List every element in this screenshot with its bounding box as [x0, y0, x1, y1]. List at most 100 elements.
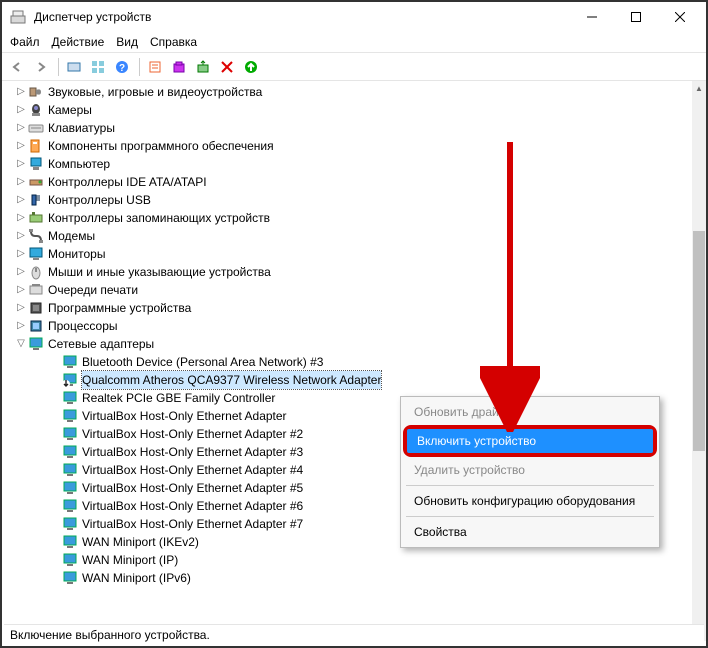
menu-file[interactable]: Файл: [10, 35, 40, 49]
cm-remove-device[interactable]: Удалить устройство: [404, 458, 656, 482]
help-button[interactable]: ?: [111, 56, 133, 78]
network-adapter-icon: [62, 354, 78, 370]
category-icon: [28, 264, 44, 280]
menu-view[interactable]: Вид: [116, 35, 138, 49]
network-adapter-icon: [62, 534, 78, 550]
tree-device[interactable]: Bluetooth Device (Personal Area Network)…: [6, 353, 692, 371]
category-icon: [28, 102, 44, 118]
category-label: Компьютер: [48, 155, 110, 173]
category-icon: [28, 228, 44, 244]
device-label: Realtek PCIe GBE Family Controller: [82, 389, 275, 407]
expand-icon[interactable]: ▷: [14, 83, 28, 101]
menu-help[interactable]: Справка: [150, 35, 197, 49]
expand-icon[interactable]: ▷: [14, 173, 28, 191]
category-label: Сетевые адаптеры: [48, 335, 154, 353]
cm-properties[interactable]: Свойства: [404, 520, 656, 544]
tree-category[interactable]: ▷ Компьютер: [6, 155, 692, 173]
expand-icon[interactable]: ▷: [14, 101, 28, 119]
tree-device[interactable]: WAN Miniport (IPv6): [6, 569, 692, 587]
enable-button[interactable]: [240, 56, 262, 78]
expand-icon[interactable]: ▷: [14, 245, 28, 263]
tree-category[interactable]: ▷ Клавиатуры: [6, 119, 692, 137]
scroll-up-icon[interactable]: ▲: [692, 81, 706, 95]
uninstall-button[interactable]: [216, 56, 238, 78]
expand-icon[interactable]: ▷: [14, 155, 28, 173]
tree-category[interactable]: ▷Модемы: [6, 227, 692, 245]
minimize-button[interactable]: [570, 2, 614, 32]
menu-action[interactable]: Действие: [52, 35, 105, 49]
cm-refresh-config[interactable]: Обновить конфигурацию оборудования: [404, 489, 656, 513]
category-icon: [28, 120, 44, 136]
tree-device[interactable]: WAN Miniport (IP): [6, 551, 692, 569]
category-icon: [28, 156, 44, 172]
expand-icon[interactable]: ▷: [14, 227, 28, 245]
category-icon: [28, 246, 44, 262]
category-label: Камеры: [48, 101, 92, 119]
tree-viewport: ▷Звуковые, игровые и видеоустройства▷Кам…: [2, 81, 706, 641]
device-label: WAN Miniport (IKEv2): [82, 533, 199, 551]
cm-update-driver[interactable]: Обновить драйвер: [404, 400, 656, 424]
tree-category[interactable]: ▷ Контроллеры USB: [6, 191, 692, 209]
expand-icon[interactable]: ▷: [14, 263, 28, 281]
cm-enable-device[interactable]: Включить устройство: [407, 429, 653, 453]
device-label: VirtualBox Host-Only Ethernet Adapter #7: [82, 515, 303, 533]
app-icon: [10, 9, 26, 25]
category-icon: [28, 282, 44, 298]
scrollbar-thumb[interactable]: [693, 231, 705, 451]
expand-icon[interactable]: ▷: [14, 209, 28, 227]
category-label: Контроллеры IDE ATA/ATAPI: [48, 173, 207, 191]
category-icon: [28, 210, 44, 226]
statusbar: Включение выбранного устройства.: [4, 624, 704, 644]
toolbar: ?: [2, 53, 706, 81]
category-label: Мыши и иные указывающие устройства: [48, 263, 271, 281]
collapse-icon[interactable]: ▽: [14, 335, 28, 353]
show-hidden-button[interactable]: [63, 56, 85, 78]
vertical-scrollbar[interactable]: ▲ ▼: [692, 81, 706, 641]
device-label: VirtualBox Host-Only Ethernet Adapter: [82, 407, 287, 425]
tree-category[interactable]: ▷ Камеры: [6, 101, 692, 119]
tree-category[interactable]: ▷Контроллеры запоминающих устройств: [6, 209, 692, 227]
category-label: Очереди печати: [48, 281, 138, 299]
cm-separator: [406, 516, 654, 517]
tree-category[interactable]: ▷Компоненты программного обеспечения: [6, 137, 692, 155]
network-adapter-icon: [62, 426, 78, 442]
titlebar: Диспетчер устройств: [2, 2, 706, 32]
tree-device[interactable]: Qualcomm Atheros QCA9377 Wireless Networ…: [6, 371, 692, 389]
category-icon: [28, 192, 44, 208]
forward-button[interactable]: [30, 56, 52, 78]
expand-icon[interactable]: ▷: [14, 119, 28, 137]
category-label: Процессоры: [48, 317, 118, 335]
category-label: Клавиатуры: [48, 119, 115, 137]
scan-button[interactable]: [168, 56, 190, 78]
tree-category[interactable]: ▷ Очереди печати: [6, 281, 692, 299]
device-label: WAN Miniport (IPv6): [82, 569, 191, 587]
tree-category[interactable]: ▷ Мыши и иные указывающие устройства: [6, 263, 692, 281]
menubar: Файл Действие Вид Справка: [2, 32, 706, 53]
back-button[interactable]: [6, 56, 28, 78]
expand-icon[interactable]: ▷: [14, 317, 28, 335]
device-label: VirtualBox Host-Only Ethernet Adapter #3: [82, 443, 303, 461]
view-button[interactable]: [87, 56, 109, 78]
tree-category[interactable]: ▷ Программные устройства: [6, 299, 692, 317]
tree-category-network[interactable]: ▽ Сетевые адаптеры: [6, 335, 692, 353]
tree-category[interactable]: ▷Звуковые, игровые и видеоустройства: [6, 83, 692, 101]
network-adapter-icon: [62, 444, 78, 460]
close-button[interactable]: [658, 2, 702, 32]
device-label: WAN Miniport (IP): [82, 551, 178, 569]
expand-icon[interactable]: ▷: [14, 137, 28, 155]
context-menu: Обновить драйвер Включить устройство Уда…: [400, 396, 660, 548]
category-label: Контроллеры USB: [48, 191, 151, 209]
update-driver-button[interactable]: [192, 56, 214, 78]
properties-button[interactable]: [144, 56, 166, 78]
expand-icon[interactable]: ▷: [14, 299, 28, 317]
tree-category[interactable]: ▷ Процессоры: [6, 317, 692, 335]
tree-category[interactable]: ▷ Мониторы: [6, 245, 692, 263]
expand-icon[interactable]: ▷: [14, 191, 28, 209]
category-label: Мониторы: [48, 245, 105, 263]
device-label: VirtualBox Host-Only Ethernet Adapter #4: [82, 461, 303, 479]
category-icon: [28, 318, 44, 334]
category-label: Программные устройства: [48, 299, 191, 317]
tree-category[interactable]: ▷ Контроллеры IDE ATA/ATAPI: [6, 173, 692, 191]
expand-icon[interactable]: ▷: [14, 281, 28, 299]
maximize-button[interactable]: [614, 2, 658, 32]
